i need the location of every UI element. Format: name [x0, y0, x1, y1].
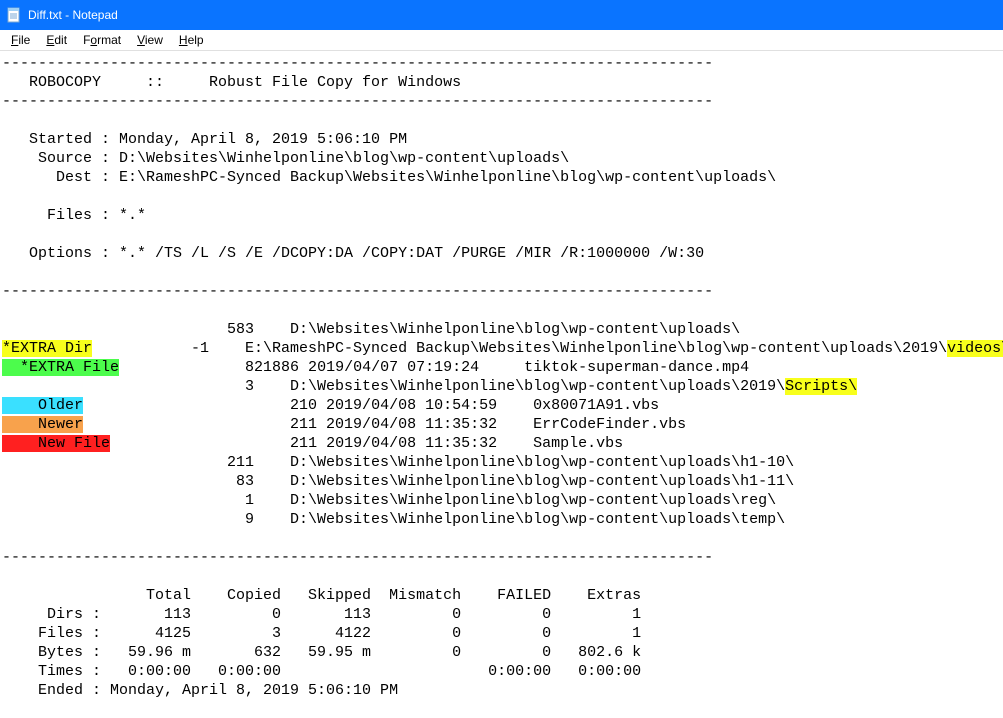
summary-header: Total Copied Skipped Mismatch FAILED Ext… [2, 587, 641, 604]
menu-view[interactable]: View [130, 31, 170, 49]
row-9: 9 D:\Websites\Winhelponline\blog\wp-cont… [2, 511, 785, 528]
row-older-rest: 210 2019/04/08 10:54:59 0x80071A91.vbs [83, 397, 659, 414]
menu-edit[interactable]: Edit [39, 31, 74, 49]
summary-dirs: Dirs : 113 0 113 0 0 1 [2, 606, 641, 623]
menu-format-rest: rmat [97, 33, 121, 47]
summary-ended: Ended : Monday, April 8, 2019 5:06:10 PM [2, 682, 398, 699]
row-1: 1 D:\Websites\Winhelponline\blog\wp-cont… [2, 492, 776, 509]
row-83: 83 D:\Websites\Winhelponline\blog\wp-con… [2, 473, 794, 490]
row-extra-file-rest: 821886 2019/04/07 07:19:24 tiktok-superm… [119, 359, 749, 376]
row-extra-dir-mid: -1 E:\RameshPC-Synced Backup\Websites\Wi… [92, 340, 947, 357]
summary-times: Times : 0:00:00 0:00:00 0:00:00 0:00:00 [2, 663, 641, 680]
menu-file[interactable]: File [4, 31, 37, 49]
summary-bytes: Bytes : 59.96 m 632 59.95 m 0 0 802.6 k [2, 644, 641, 661]
label-extra-dir: *EXTRA Dir [2, 340, 92, 357]
info-files: Files : *.* [2, 207, 146, 224]
info-options: Options : *.* /TS /L /S /E /DCOPY:DA /CO… [2, 245, 704, 262]
robocopy-header: ROBOCOPY :: Robust File Copy for Windows [2, 74, 461, 91]
dash-rule-4: ----------------------------------------… [2, 549, 713, 566]
label-new-file: New File [2, 435, 110, 452]
dash-rule-1: ----------------------------------------… [2, 55, 713, 72]
row-newer-rest: 211 2019/04/08 11:35:32 ErrCodeFinder.vb… [83, 416, 686, 433]
summary-files: Files : 4125 3 4122 0 0 1 [2, 625, 641, 642]
menu-view-rest: iew [145, 33, 163, 47]
menu-help-rest: elp [188, 33, 204, 47]
row-211: 211 D:\Websites\Winhelponline\blog\wp-co… [2, 454, 794, 471]
row-583: 583 D:\Websites\Winhelponline\blog\wp-co… [2, 321, 740, 338]
window-title: Diff.txt - Notepad [28, 8, 118, 22]
menu-file-rest: ile [18, 33, 30, 47]
menu-edit-rest: dit [54, 33, 67, 47]
info-started: Started : Monday, April 8, 2019 5:06:10 … [2, 131, 407, 148]
info-dest: Dest : E:\RameshPC-Synced Backup\Website… [2, 169, 776, 186]
menu-help[interactable]: Help [172, 31, 211, 49]
row-newfile-rest: 211 2019/04/08 11:35:32 Sample.vbs [110, 435, 623, 452]
row-3-pre: 3 D:\Websites\Winhelponline\blog\wp-cont… [2, 378, 785, 395]
info-source: Source : D:\Websites\Winhelponline\blog\… [2, 150, 569, 167]
dash-rule-2: ----------------------------------------… [2, 93, 713, 110]
dash-rule-3: ----------------------------------------… [2, 283, 713, 300]
row-3-tail: Scripts\ [785, 378, 857, 395]
text-content[interactable]: ----------------------------------------… [0, 51, 1003, 703]
menu-format[interactable]: Format [76, 31, 128, 49]
row-extra-dir-tail: videos\ [947, 340, 1003, 357]
label-older: Older [2, 397, 83, 414]
label-newer: Newer [2, 416, 83, 433]
notepad-icon [6, 7, 22, 23]
title-bar: Diff.txt - Notepad [0, 0, 1003, 30]
label-extra-file: *EXTRA File [2, 359, 119, 376]
menu-bar: File Edit Format View Help [0, 30, 1003, 51]
